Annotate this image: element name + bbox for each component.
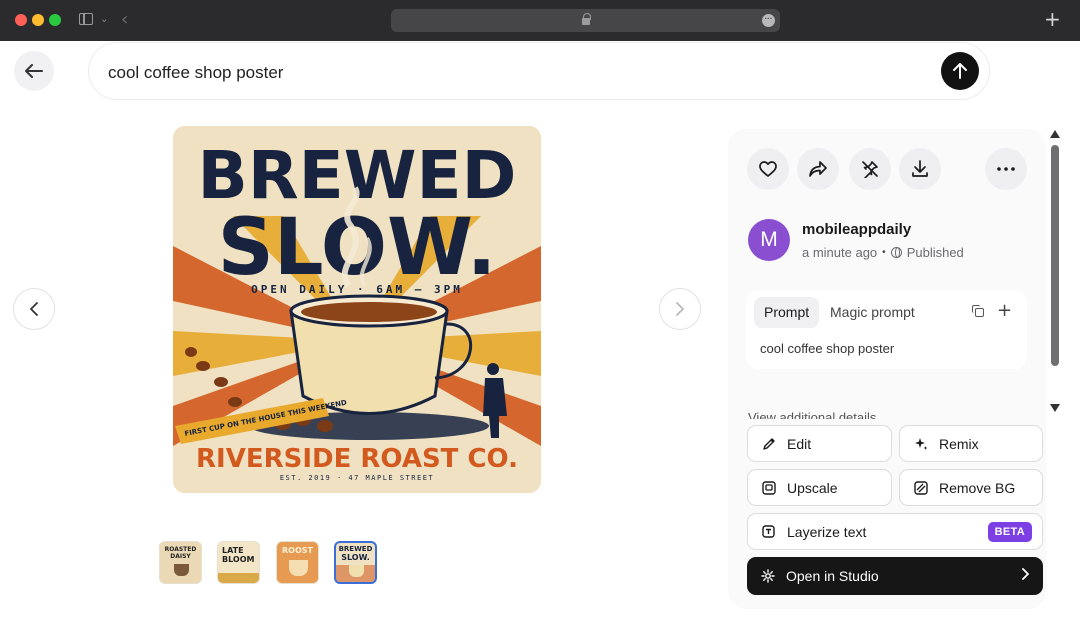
prompt-text: cool coffee shop poster <box>760 341 895 356</box>
beta-badge: BETA <box>987 522 1032 542</box>
new-tab-icon[interactable]: + <box>1044 7 1061 31</box>
view-details-label: View additional details <box>748 410 877 419</box>
layerize-text-label: Layerize text <box>787 523 867 540</box>
poster-footer: EST. 2019 · 47 MAPLE STREET <box>280 474 434 482</box>
back-icon[interactable]: ‹ <box>121 9 128 30</box>
open-in-studio-label: Open in Studio <box>786 568 879 584</box>
visibility-status: Published <box>906 245 964 260</box>
remove-bg-button[interactable]: Remove BG <box>899 469 1043 506</box>
copy-icon[interactable] <box>972 305 984 317</box>
back-button[interactable] <box>14 51 54 91</box>
created-time: a minute ago <box>802 245 878 260</box>
thumbnail-4-title: BREWED <box>338 545 373 553</box>
prompt-input[interactable]: cool coffee shop poster <box>88 42 990 100</box>
remove-bg-label: Remove BG <box>939 479 1016 496</box>
previous-image-button[interactable] <box>13 288 55 330</box>
edit-button[interactable]: Edit <box>747 425 892 462</box>
poster-hours: OPEN DAILY · 6AM — 3PM <box>251 283 463 296</box>
prompt-input-value: cool coffee shop poster <box>108 63 284 82</box>
browser-toolbar: ⌄ ‹ ··· + <box>0 0 1080 41</box>
layerize-text-button[interactable]: Layerize text BETA <box>747 513 1043 550</box>
sidebar-icon[interactable] <box>79 13 93 25</box>
download-icon <box>912 160 928 177</box>
upscale-button[interactable]: Upscale <box>747 469 892 506</box>
unpin-button[interactable] <box>849 148 891 190</box>
avatar[interactable]: M <box>748 219 790 261</box>
thumbnail-2[interactable]: LATE BLOOM <box>217 541 260 584</box>
prompt-card: Prompt Magic prompt + cool coffee shop p… <box>746 290 1027 369</box>
view-details-toggle[interactable]: View additional details <box>748 409 1020 419</box>
edit-label: Edit <box>787 435 812 452</box>
share-button[interactable] <box>797 148 839 190</box>
unpin-icon <box>862 161 878 178</box>
poster-brand: RIVERSIDE ROAST CO. <box>196 444 518 474</box>
thumbnail-2-subtitle: BLOOM <box>222 555 255 564</box>
submit-button[interactable] <box>941 52 979 90</box>
chevron-down-icon[interactable] <box>1009 409 1019 416</box>
scroll-down-arrow[interactable] <box>1050 404 1060 412</box>
tab-magic-prompt[interactable]: Magic prompt <box>820 297 925 328</box>
scroll-up-arrow[interactable] <box>1050 130 1060 138</box>
poster-artwork: BREWED SLOW. OPEN DAILY · 6AM — 3PM FIRS… <box>173 126 541 493</box>
more-icon[interactable]: ··· <box>762 14 775 27</box>
studio-icon <box>761 569 775 583</box>
download-button[interactable] <box>899 148 941 190</box>
remove-background-icon <box>914 480 928 495</box>
more-icon <box>997 167 1015 171</box>
arrow-up-icon <box>953 63 967 79</box>
arrow-left-icon <box>25 64 43 78</box>
thumbnail-4-selected[interactable]: BREWED SLOW. <box>334 541 377 584</box>
chevron-right-icon <box>1022 568 1029 580</box>
heart-icon <box>759 161 777 177</box>
chevron-right-icon <box>676 302 684 316</box>
thumbnail-1[interactable]: ROASTED DAISY <box>159 541 202 584</box>
author-meta: a minute ago • Published <box>802 245 964 260</box>
tab-prompt[interactable]: Prompt <box>754 297 820 328</box>
next-image-button[interactable] <box>659 288 701 330</box>
globe-icon <box>890 247 902 258</box>
open-in-studio-button[interactable]: Open in Studio <box>747 557 1043 595</box>
maximize-window-button[interactable] <box>49 14 61 26</box>
lock-icon <box>582 13 591 25</box>
remix-label: Remix <box>939 435 979 452</box>
address-bar[interactable]: ··· <box>391 9 780 32</box>
chevron-left-icon <box>30 302 38 316</box>
layerize-text-icon <box>762 524 776 539</box>
more-options-button[interactable] <box>985 148 1027 190</box>
minimize-window-button[interactable] <box>32 14 44 26</box>
generated-image[interactable]: BREWED SLOW. OPEN DAILY · 6AM — 3PM FIRS… <box>173 126 541 493</box>
add-icon[interactable]: + <box>997 302 1012 320</box>
close-window-button[interactable] <box>15 14 27 26</box>
like-button[interactable] <box>747 148 789 190</box>
author-name[interactable]: mobileappdaily <box>802 221 911 238</box>
sparkle-icon <box>914 437 928 451</box>
thumbnail-2-title: LATE <box>222 546 244 555</box>
upscale-icon <box>762 480 776 495</box>
meta-separator: • <box>882 247 886 258</box>
chevron-down-icon[interactable]: ⌄ <box>100 14 108 25</box>
remix-button[interactable]: Remix <box>899 425 1043 462</box>
thumbnail-3[interactable]: ROOST <box>276 541 319 584</box>
share-icon <box>809 161 827 177</box>
pencil-icon <box>762 437 776 451</box>
thumbnail-3-title: ROOST <box>282 546 313 555</box>
thumbnail-4-subtitle: SLOW. <box>341 553 370 562</box>
scrollbar-thumb[interactable] <box>1051 145 1059 366</box>
thumbnail-1-subtitle: DAISY <box>170 553 191 560</box>
upscale-label: Upscale <box>787 479 838 496</box>
